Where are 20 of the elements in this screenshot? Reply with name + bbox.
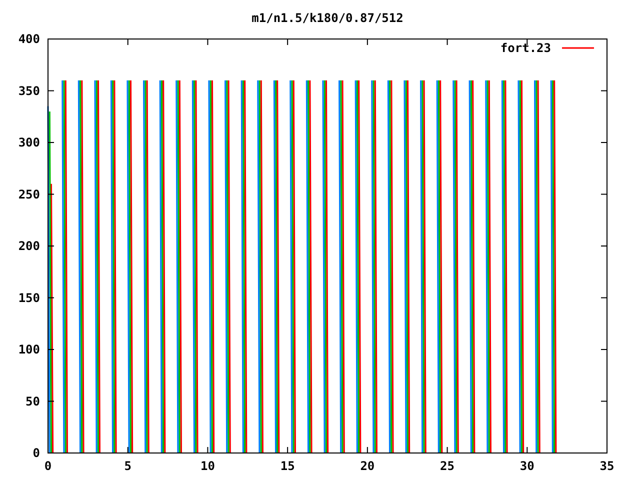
y-tick-label: 200: [18, 239, 40, 253]
chart-title: m1/n1.5/k180/0.87/512: [252, 11, 404, 25]
y-tick-label: 250: [18, 187, 40, 202]
y-tick-label: 300: [18, 136, 40, 150]
legend-label: fort.23: [500, 41, 551, 55]
x-tick-label: 20: [360, 459, 375, 473]
y-tick-label: 100: [18, 342, 40, 356]
x-tick-label: 10: [200, 459, 215, 473]
y-tick-label: 400: [18, 32, 40, 46]
x-tick-label: 30: [520, 459, 534, 473]
x-tick-label: 25: [440, 459, 454, 473]
y-tick-label: 150: [18, 290, 40, 305]
x-tick-label: 15: [280, 459, 295, 473]
x-tick-label: 0: [44, 459, 52, 473]
legend-line: [562, 47, 594, 49]
x-tick-label: 35: [600, 459, 614, 473]
x-tick-label: 5: [124, 459, 132, 473]
y-tick-label: 0: [32, 446, 40, 460]
y-tick-label: 350: [18, 84, 40, 98]
y-tick-label: 50: [26, 394, 40, 408]
